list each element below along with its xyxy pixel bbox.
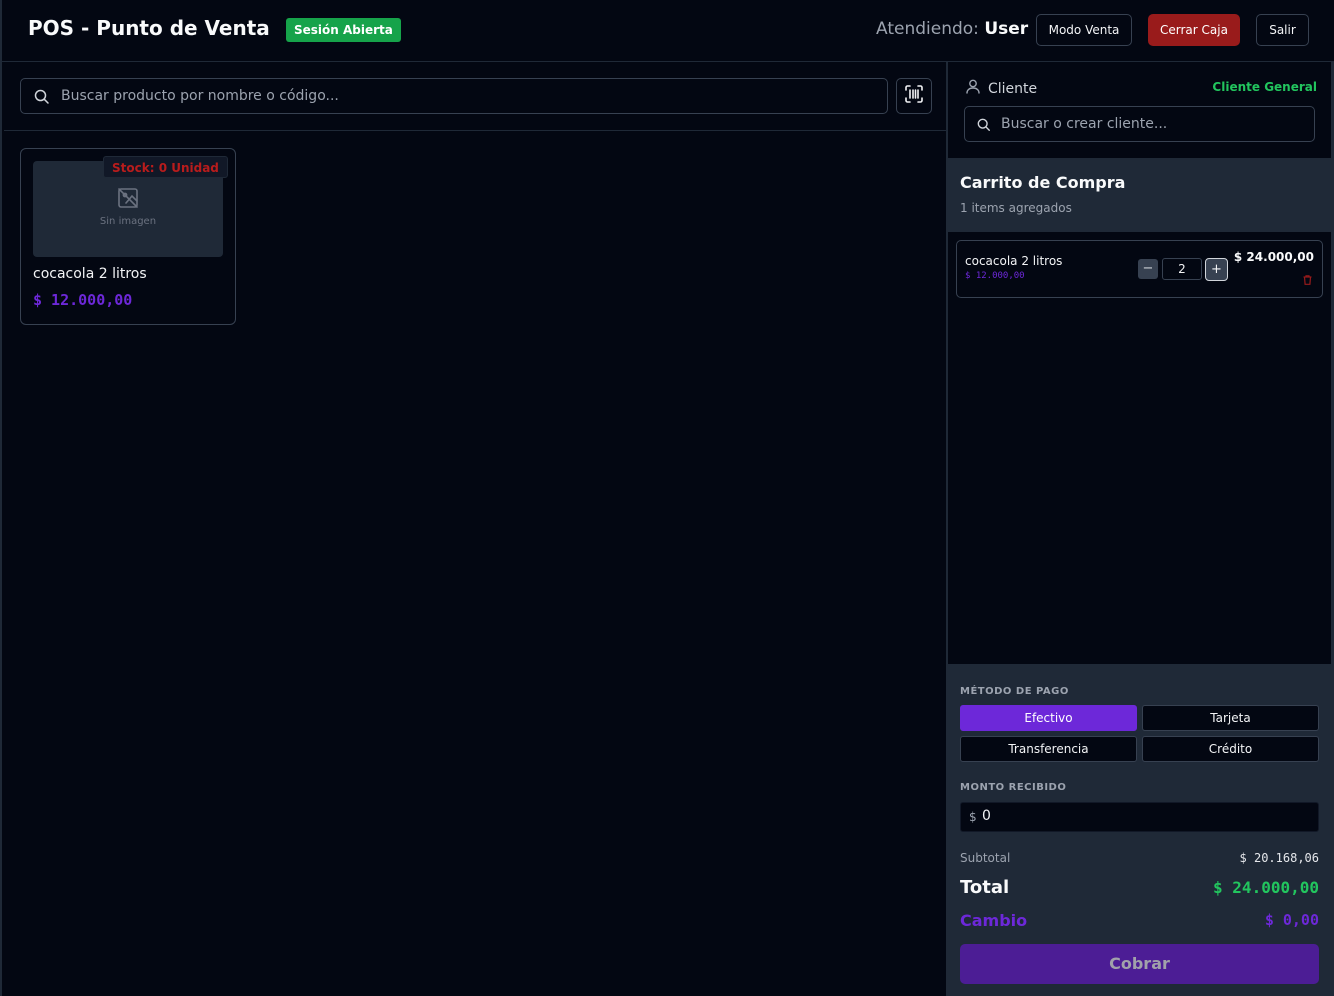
- payment-section: MÉTODO DE PAGO Efectivo Tarjeta Transfer…: [948, 664, 1331, 996]
- search-icon: [34, 89, 50, 109]
- plus-icon: +: [1211, 262, 1222, 277]
- subtotal-label: Subtotal: [960, 851, 1011, 865]
- cart-item-count: 1 items agregados: [960, 201, 1072, 215]
- subtotal-value: $ 20.168,06: [1239, 851, 1319, 865]
- client-label-row: Cliente: [966, 79, 1037, 98]
- attending-user: Atendiendo: User: [876, 19, 1028, 39]
- user-icon: [966, 79, 980, 98]
- amount-received-value: 0: [982, 808, 991, 824]
- total-value: $ 24.000,00: [1213, 878, 1319, 897]
- image-off-icon: [117, 187, 139, 213]
- product-search-placeholder: Buscar producto por nombre o código...: [61, 88, 339, 104]
- product-search-input[interactable]: Buscar producto por nombre o código...: [20, 78, 888, 114]
- decrease-quantity-button[interactable]: −: [1138, 259, 1158, 279]
- change-label: Cambio: [960, 911, 1028, 930]
- total-label: Total: [960, 877, 1010, 898]
- sale-mode-button[interactable]: Modo Venta: [1036, 14, 1132, 46]
- amount-received-input[interactable]: $ 0: [960, 802, 1319, 832]
- close-register-button[interactable]: Cerrar Caja: [1148, 14, 1240, 46]
- charge-button[interactable]: Cobrar: [960, 944, 1319, 984]
- increase-quantity-button[interactable]: +: [1205, 258, 1228, 281]
- amount-received-label: MONTO RECIBIDO: [960, 782, 1067, 793]
- payment-method-label: MÉTODO DE PAGO: [960, 686, 1069, 697]
- client-section: Cliente Cliente General Buscar o crear c…: [948, 62, 1331, 158]
- payment-method-cash[interactable]: Efectivo: [960, 705, 1137, 731]
- cart-item: cocacola 2 litros $ 12.000,00 − 2 + $ 24…: [956, 240, 1323, 298]
- change-value: $ 0,00: [1264, 911, 1319, 929]
- attending-username: User: [984, 19, 1029, 39]
- cart-title: Carrito de Compra: [960, 173, 1126, 192]
- payment-method-transfer[interactable]: Transferencia: [960, 736, 1137, 762]
- cart-item-unit-price: $ 12.000,00: [965, 271, 1025, 281]
- cart-item-name: cocacola 2 litros: [965, 254, 1063, 268]
- app-title: POS - Punto de Venta: [28, 16, 270, 40]
- product-card[interactable]: Sin imagen Stock: 0 Unidad cocacola 2 li…: [20, 148, 236, 325]
- top-header: POS - Punto de Venta Sesión Abierta Aten…: [0, 0, 1334, 62]
- stock-badge: Stock: 0 Unidad: [103, 156, 228, 178]
- barcode-scan-button[interactable]: [896, 78, 932, 114]
- client-label: Cliente: [988, 80, 1038, 97]
- minus-icon: −: [1142, 261, 1154, 276]
- cart-header: Carrito de Compra 1 items agregados: [948, 158, 1331, 232]
- products-panel: Buscar producto por nombre o código... S…: [0, 62, 948, 996]
- product-name: cocacola 2 litros: [33, 266, 147, 282]
- quantity-input[interactable]: 2: [1162, 258, 1202, 280]
- payment-method-credit[interactable]: Crédito: [1142, 736, 1319, 762]
- cart-items-list: cocacola 2 litros $ 12.000,00 − 2 + $ 24…: [948, 232, 1331, 664]
- session-status-badge: Sesión Abierta: [286, 18, 401, 42]
- trash-icon[interactable]: [1303, 270, 1312, 289]
- selected-client: Cliente General: [1212, 80, 1317, 94]
- cart-panel: Cliente Cliente General Buscar o crear c…: [946, 62, 1334, 996]
- exit-button[interactable]: Salir: [1256, 14, 1309, 46]
- attending-label: Atendiendo:: [876, 19, 979, 39]
- payment-method-card[interactable]: Tarjeta: [1142, 705, 1319, 731]
- product-price: $ 12.000,00: [33, 291, 133, 309]
- cart-item-total: $ 24.000,00: [1233, 250, 1314, 264]
- client-search-placeholder: Buscar o crear cliente...: [1001, 116, 1168, 132]
- currency-symbol: $: [969, 810, 977, 824]
- search-icon: [977, 117, 991, 136]
- product-search-row: Buscar producto por nombre o código...: [4, 62, 948, 131]
- barcode-scan-icon: [904, 84, 924, 108]
- client-search-input[interactable]: Buscar o crear cliente...: [964, 106, 1315, 142]
- no-image-label: Sin imagen: [99, 216, 157, 227]
